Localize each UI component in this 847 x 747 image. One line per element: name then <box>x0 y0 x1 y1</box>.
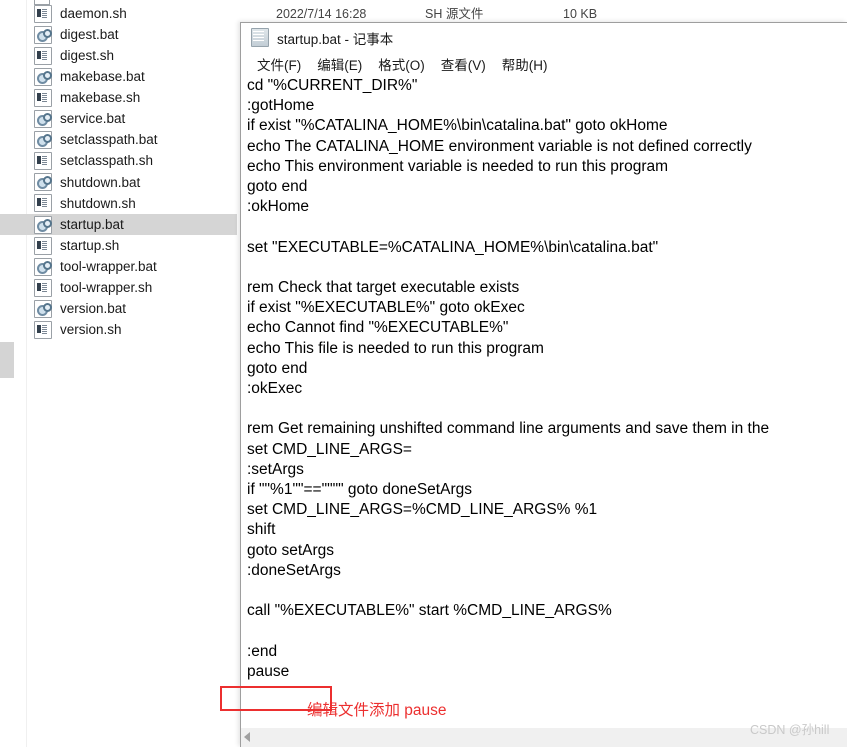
file-list-item[interactable]: startup.sh <box>0 235 237 256</box>
sh-file-icon <box>34 152 52 171</box>
menu-item-0[interactable]: 文件(F) <box>249 52 309 76</box>
sh-file-icon <box>34 278 52 297</box>
file-list-item[interactable]: makebase.sh <box>0 87 237 108</box>
file-name-label: digest.sh <box>60 47 115 63</box>
bat-file-icon <box>34 257 52 276</box>
file-name-label: makebase.bat <box>60 69 145 85</box>
bat-file-icon <box>34 215 52 234</box>
bat-file-icon <box>34 67 52 86</box>
menu-item-1[interactable]: 编辑(E) <box>309 52 370 76</box>
file-list-item[interactable]: version.sh <box>0 320 237 341</box>
annotation-label: 编辑文件添加 pause <box>307 702 447 719</box>
file-list-item[interactable]: setclasspath.sh <box>0 151 237 172</box>
file-type: SH 源文件 <box>425 7 484 21</box>
notepad-titlebar[interactable]: startup.bat - 记事本 <box>241 23 847 52</box>
explorer-scrollbar-thumb[interactable] <box>0 342 14 378</box>
menu-item-2[interactable]: 格式(O) <box>370 52 433 76</box>
bat-file-icon <box>34 25 52 44</box>
sh-file-icon <box>34 194 52 213</box>
file-name-label: shutdown.bat <box>60 174 141 190</box>
file-list-item[interactable]: startup.bat <box>0 214 237 235</box>
file-list-item[interactable]: setclasspath.bat <box>0 130 237 151</box>
sh-file-icon <box>34 236 52 255</box>
file-name-label: service.bat <box>60 111 126 127</box>
watermark: CSDN @孙hill <box>750 723 830 737</box>
file-list-item[interactable]: service.bat <box>0 109 237 130</box>
file-list-item[interactable]: makebase.bat <box>0 66 237 87</box>
bat-file-icon <box>34 173 52 192</box>
notepad-icon <box>251 28 269 47</box>
file-list-item[interactable]: shutdown.sh <box>0 193 237 214</box>
file-name-label: startup.bat <box>60 216 124 232</box>
file-name-label: makebase.sh <box>60 90 141 106</box>
file-size: 10 KB <box>563 7 598 21</box>
file-name-label: tool-wrapper.sh <box>60 280 153 296</box>
chevron-left-icon[interactable] <box>244 732 250 742</box>
sh-file-icon <box>34 321 52 339</box>
bat-file-icon <box>34 110 52 128</box>
sh-file-icon <box>34 4 52 23</box>
file-name-label: setclasspath.bat <box>60 132 158 148</box>
notepad-text-area[interactable]: cd "%CURRENT_DIR%" :gotHome if exist "%C… <box>241 76 847 727</box>
sh-file-icon <box>34 46 52 65</box>
notepad-window: startup.bat - 记事本 文件(F) 编辑(E) 格式(O) 查看(V) 帮助… <box>240 22 847 747</box>
file-list-item[interactable]: version.bat <box>0 298 237 319</box>
file-date-modified: 2022/7/14 16:28 <box>276 7 367 21</box>
file-name-label: version.bat <box>60 301 127 317</box>
bat-file-icon <box>34 299 52 318</box>
file-name-label: digest.bat <box>60 26 119 42</box>
notepad-text-content[interactable]: cd "%CURRENT_DIR%" :gotHome if exist "%C… <box>247 76 847 682</box>
file-list-item[interactable]: daemon.sh <box>0 3 237 24</box>
file-name-label: daemon.sh <box>60 5 127 21</box>
menu-item-3[interactable]: 查看(V) <box>433 52 494 76</box>
file-name-label: startup.sh <box>60 237 120 253</box>
sh-file-icon <box>34 88 52 107</box>
bat-file-icon <box>34 131 52 150</box>
notepad-menubar: 文件(F) 编辑(E) 格式(O) 查看(V) 帮助(H) <box>241 52 847 76</box>
file-list-item[interactable]: digest.sh <box>0 45 237 66</box>
file-list-item[interactable]: shutdown.bat <box>0 172 237 193</box>
file-name-label: shutdown.sh <box>60 195 136 211</box>
file-name-label: version.sh <box>60 322 122 338</box>
file-name-label: setclasspath.sh <box>60 153 154 169</box>
menu-item-4[interactable]: 帮助(H) <box>494 52 556 76</box>
file-list-item[interactable]: tool-wrapper.sh <box>0 277 237 298</box>
window-title: startup.bat - 记事本 <box>277 31 394 47</box>
file-list-item[interactable]: digest.bat <box>0 24 237 45</box>
file-name-label: tool-wrapper.bat <box>60 258 157 274</box>
file-list-item[interactable]: tool-wrapper.bat <box>0 256 237 277</box>
